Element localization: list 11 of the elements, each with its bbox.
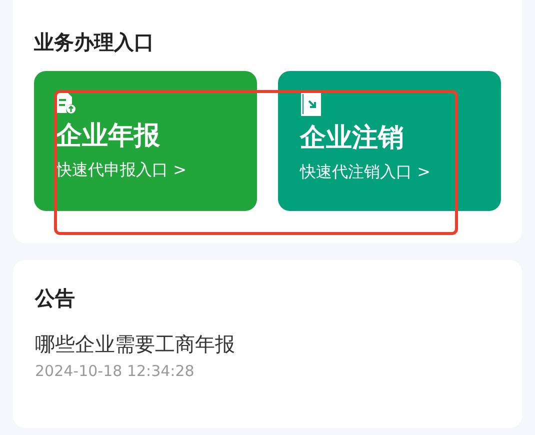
tile-title: 企业年报 xyxy=(56,120,160,153)
service-tile[interactable]: 企业注销 快速代注销入口 > xyxy=(278,71,501,211)
tile-title: 企业注销 xyxy=(300,122,404,155)
notice-title[interactable]: 哪些企业需要工商年报 xyxy=(35,330,500,358)
notice-time: 2024-10-18 12:34:28 xyxy=(35,361,196,382)
section-title: 公告 xyxy=(35,285,76,312)
service-tile[interactable]: 企业年报 快速代申报入口 > xyxy=(34,71,257,211)
document-upload-icon xyxy=(56,91,76,115)
section-title: 业务办理入口 xyxy=(34,29,155,56)
tile-subtitle: 快速代注销入口 > xyxy=(300,161,430,183)
tile-subtitle: 快速代申报入口 > xyxy=(56,159,186,181)
